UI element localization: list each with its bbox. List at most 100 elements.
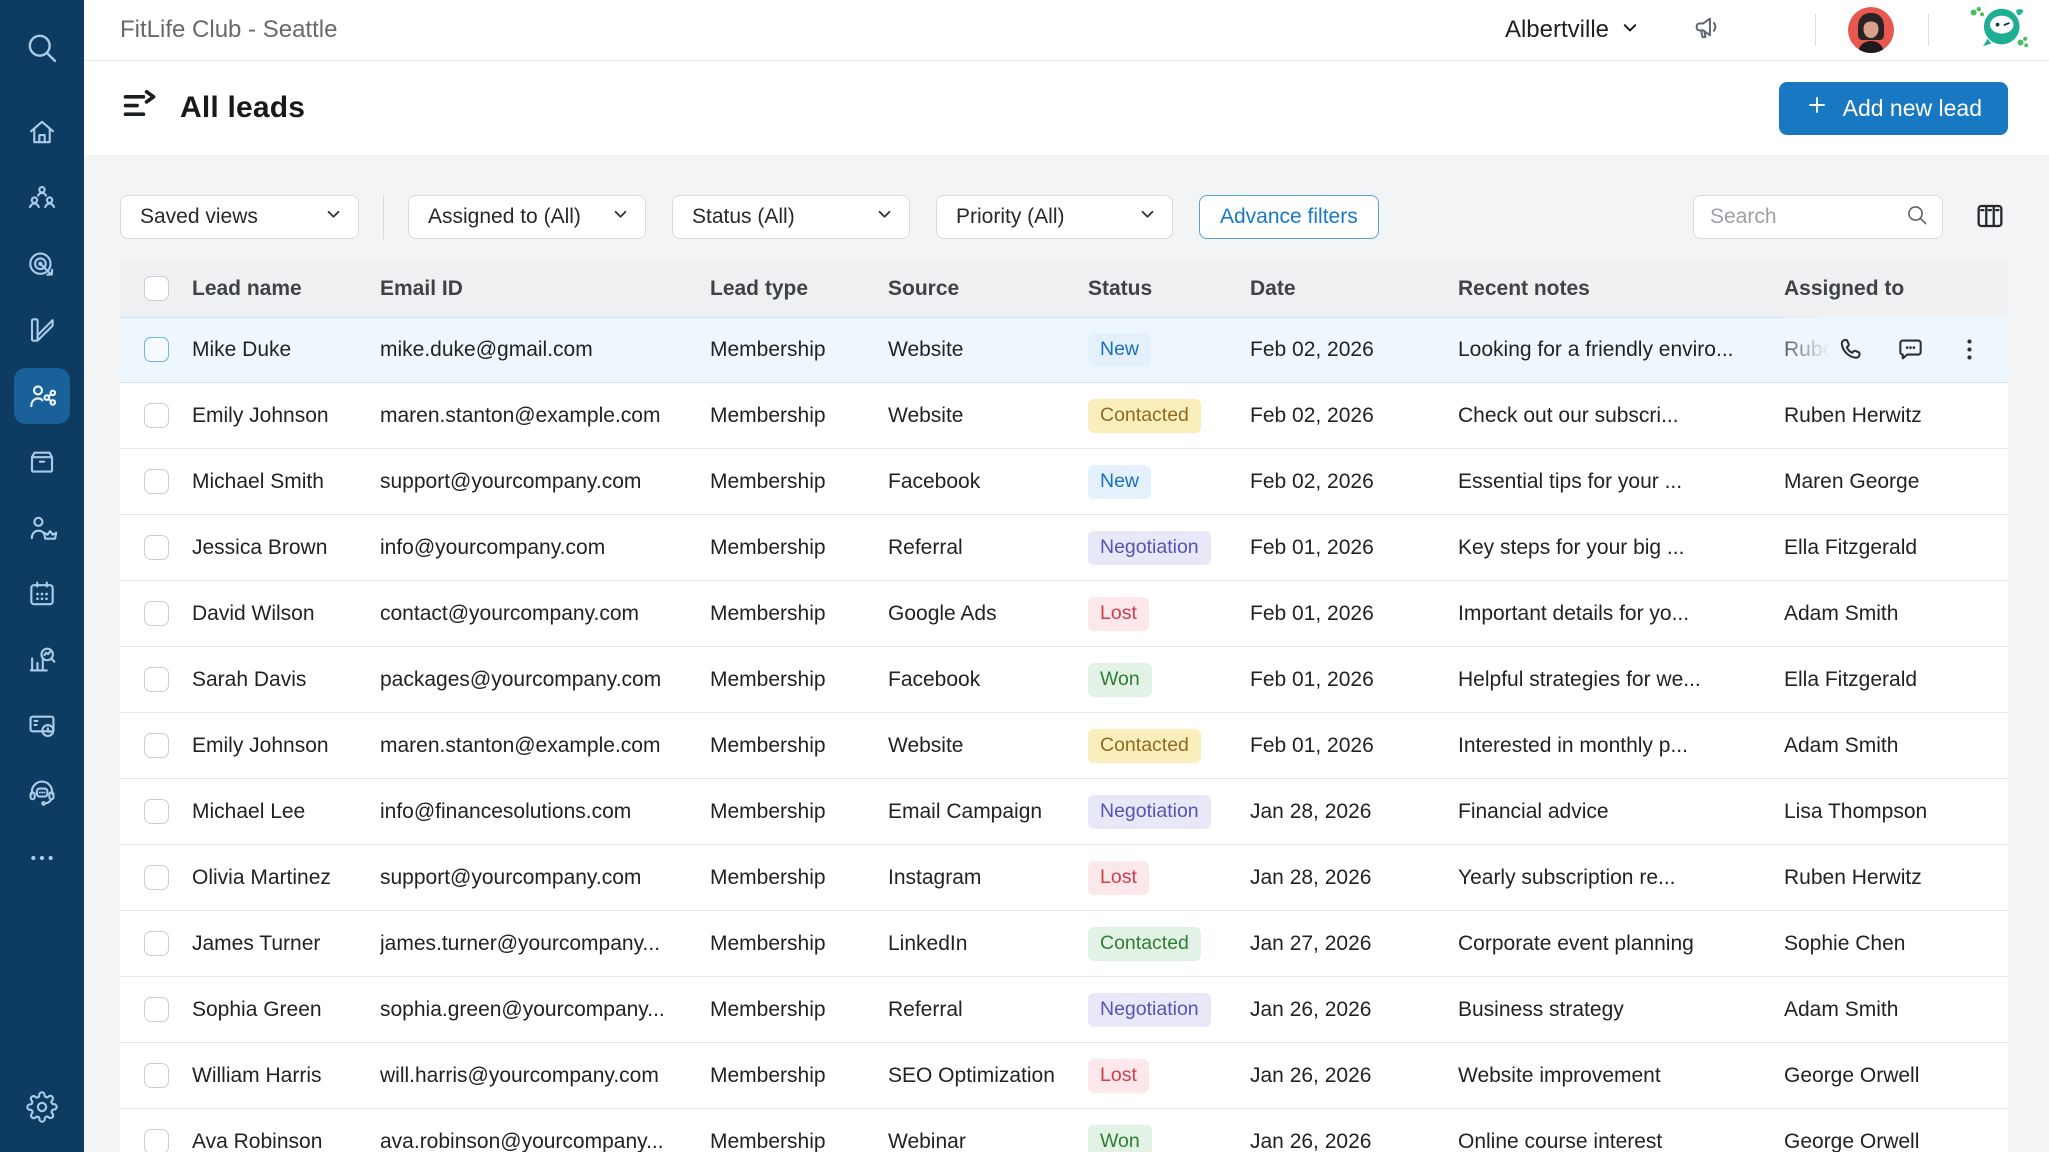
lead-type: Membership <box>710 734 888 758</box>
main-area: FitLife Club - Seattle Albertville <box>84 0 2049 1152</box>
row-checkbox[interactable] <box>144 337 169 362</box>
sidebar-search-icon[interactable] <box>24 30 60 71</box>
row-checkbox[interactable] <box>144 469 169 494</box>
row-checkbox[interactable] <box>144 733 169 758</box>
sidebar-item-team[interactable] <box>9 165 75 231</box>
lead-email: contact@yourcompany.com <box>380 602 710 626</box>
row-checkbox[interactable] <box>144 1063 169 1088</box>
lead-email: sophia.green@yourcompany... <box>380 998 710 1022</box>
sidebar-item-more[interactable] <box>9 825 75 891</box>
table-row[interactable]: Jessica Browninfo@yourcompany.comMembers… <box>120 515 2008 581</box>
assigned-to: Ruben Herwitz <box>1784 866 1922 890</box>
assigned-to: Sophie Chen <box>1784 932 1905 956</box>
table-row[interactable]: Emily Johnsonmaren.stanton@example.comMe… <box>120 713 2008 779</box>
search-icon <box>1905 203 1929 232</box>
lead-name: James Turner <box>192 932 380 956</box>
settings-gear-icon[interactable] <box>26 1091 58 1128</box>
page-header: All leads Add new lead <box>84 61 2049 155</box>
message-button[interactable] <box>1896 335 1925 364</box>
content-area: Saved views Assigned to (All) Status (Al… <box>84 155 2049 1152</box>
table-row[interactable]: Ava Robinsonava.robinson@yourcompany...M… <box>120 1109 2008 1152</box>
lead-type: Membership <box>710 932 888 956</box>
table-row[interactable]: Michael Leeinfo@financesolutions.comMemb… <box>120 779 2008 845</box>
row-checkbox[interactable] <box>144 667 169 692</box>
table-row[interactable]: Sarah Davispackages@yourcompany.comMembe… <box>120 647 2008 713</box>
column-header: Assigned to <box>1784 277 2008 301</box>
assigned-to: Adam Smith <box>1784 602 1898 626</box>
priority-dropdown[interactable]: Priority (All) <box>936 195 1173 239</box>
sidebar-item-calendar[interactable] <box>9 561 75 627</box>
lead-source: Facebook <box>888 668 1088 692</box>
lead-source: LinkedIn <box>888 932 1088 956</box>
lead-source: Instagram <box>888 866 1088 890</box>
page-title: All leads <box>180 91 305 125</box>
status-badge: Negotiation <box>1088 993 1211 1027</box>
row-checkbox[interactable] <box>144 931 169 956</box>
design-icon <box>14 302 70 358</box>
search-input[interactable] <box>1710 205 1905 229</box>
recent-note: Website improvement <box>1458 1064 1784 1088</box>
sidebar-item-leads[interactable] <box>9 363 75 429</box>
manage-columns-button[interactable] <box>1972 199 2008 235</box>
lead-date: Feb 01, 2026 <box>1250 536 1458 560</box>
lead-name: Michael Lee <box>192 800 380 824</box>
row-checkbox[interactable] <box>144 403 169 428</box>
home-icon <box>14 104 70 160</box>
add-new-lead-button[interactable]: Add new lead <box>1779 82 2008 135</box>
sidebar-item-products[interactable] <box>9 429 75 495</box>
table-row[interactable]: David Wilsoncontact@yourcompany.comMembe… <box>120 581 2008 647</box>
status-badge: Lost <box>1088 861 1149 895</box>
table-row[interactable]: Emily Johnsonmaren.stanton@example.comMe… <box>120 383 2008 449</box>
assigned-to: George Orwell <box>1784 1064 1919 1088</box>
row-checkbox[interactable] <box>144 601 169 626</box>
row-checkbox[interactable] <box>144 1129 169 1152</box>
person-share-icon <box>14 368 70 424</box>
sidebar-item-billing[interactable] <box>9 693 75 759</box>
app-root: FitLife Club - Seattle Albertville <box>0 0 2049 1152</box>
table-row[interactable]: Olivia Martinezsupport@yourcompany.comMe… <box>120 845 2008 911</box>
lead-email: support@yourcompany.com <box>380 866 710 890</box>
table-row[interactable]: Sophia Greensophia.green@yourcompany...M… <box>120 977 2008 1043</box>
lead-source: SEO Optimization <box>888 1064 1088 1088</box>
sidebar-item-home[interactable] <box>9 99 75 165</box>
lead-name: David Wilson <box>192 602 380 626</box>
column-header: Recent notes <box>1458 277 1784 301</box>
sidebar-item-goals[interactable] <box>9 231 75 297</box>
recent-note: Interested in monthly p... <box>1458 734 1784 758</box>
row-checkbox[interactable] <box>144 997 169 1022</box>
lead-source: Google Ads <box>888 602 1088 626</box>
lead-source: Webinar <box>888 1130 1088 1152</box>
lead-type: Membership <box>710 1130 888 1152</box>
table-row[interactable]: Michael Smithsupport@yourcompany.comMemb… <box>120 449 2008 515</box>
table-row[interactable]: William Harriswill.harris@yourcompany.co… <box>120 1043 2008 1109</box>
row-checkbox[interactable] <box>144 865 169 890</box>
row-checkbox[interactable] <box>144 535 169 560</box>
status-dropdown[interactable]: Status (All) <box>672 195 910 239</box>
table-row[interactable]: James Turnerjames.turner@yourcompany...M… <box>120 911 2008 977</box>
sidebar-item-clients[interactable] <box>9 495 75 561</box>
status-badge: New <box>1088 465 1151 499</box>
sidebar-item-support[interactable] <box>9 759 75 825</box>
advance-filters-button[interactable]: Advance filters <box>1199 195 1379 239</box>
pipeline-selector[interactable]: Albertville <box>1505 16 1639 44</box>
megaphone-icon[interactable] <box>1691 12 1723 49</box>
recent-note: Corporate event planning <box>1458 932 1784 956</box>
mascot-logo-icon[interactable] <box>1967 3 2029 57</box>
sidebar-item-analytics[interactable] <box>9 627 75 693</box>
row-checkbox[interactable] <box>144 799 169 824</box>
assigned-to-dropdown[interactable]: Assigned to (All) <box>408 195 646 239</box>
row-menu-button[interactable] <box>1955 335 1984 364</box>
sidebar-item-design[interactable] <box>9 297 75 363</box>
call-button[interactable] <box>1837 335 1866 364</box>
assigned-to: Ella Fitzgerald <box>1784 536 1917 560</box>
topbar-right: Albertville <box>1505 3 2029 57</box>
select-all-checkbox[interactable] <box>144 276 169 301</box>
saved-views-dropdown[interactable]: Saved views <box>120 195 359 239</box>
lead-email: maren.stanton@example.com <box>380 734 710 758</box>
table-row[interactable]: Mike Dukemike.duke@gmail.comMembershipWe… <box>120 317 2008 383</box>
lead-name: Sarah Davis <box>192 668 380 692</box>
avatar[interactable] <box>1848 7 1894 53</box>
column-header: Lead type <box>710 277 888 301</box>
chevron-down-icon <box>325 205 342 229</box>
column-header: Email ID <box>380 277 710 301</box>
